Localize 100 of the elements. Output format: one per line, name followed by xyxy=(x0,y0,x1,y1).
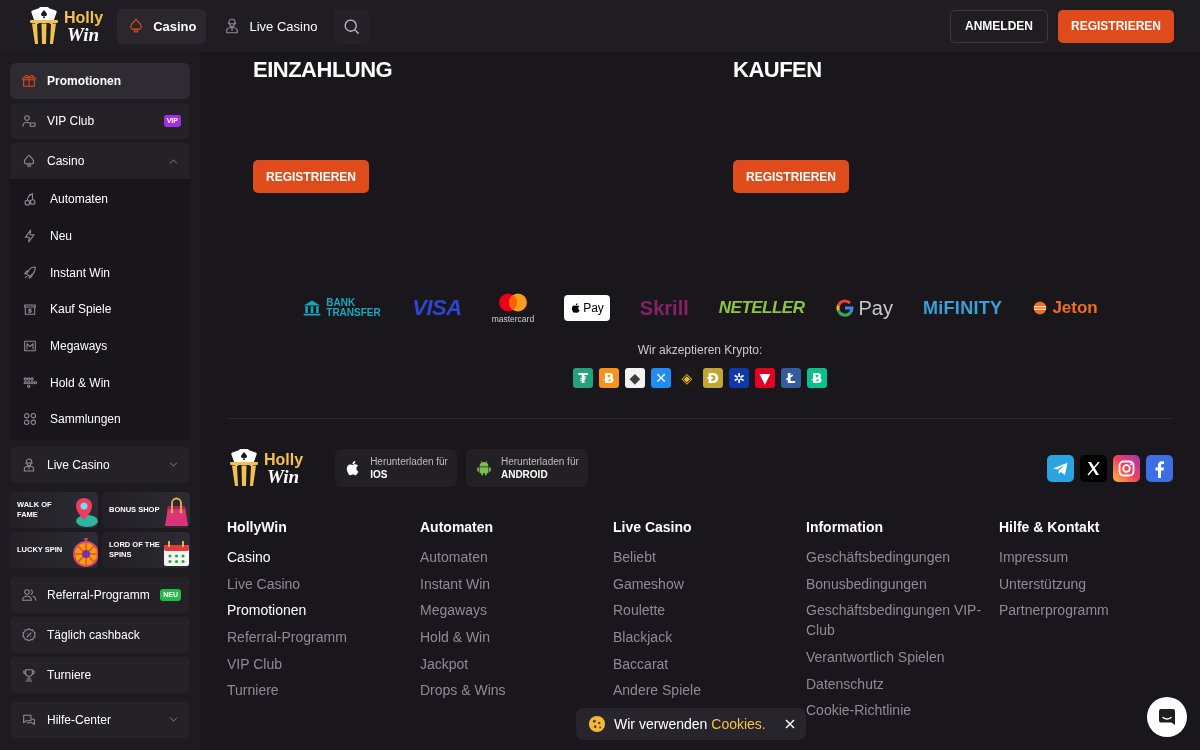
footer-link[interactable]: Turniere xyxy=(227,680,279,701)
footer-heading: Hilfe & Kontakt xyxy=(999,518,1100,537)
bank-building-icon xyxy=(302,298,323,318)
spade-icon xyxy=(21,153,37,169)
footer-link[interactable]: VIP Club xyxy=(227,653,282,674)
login-button[interactable]: ANMELDEN xyxy=(950,9,1048,43)
footer-link[interactable]: Hold & Win xyxy=(420,627,491,648)
people-icon xyxy=(21,586,37,603)
coin-symbol: ✲ xyxy=(733,371,745,385)
dollar-gift-icon xyxy=(22,301,38,318)
footer-link[interactable]: Andere Spiele xyxy=(613,680,701,701)
footer-link[interactable]: Instant Win xyxy=(420,573,491,594)
nav-tab[interactable]: Casino xyxy=(117,8,207,44)
footer-link[interactable]: Datenschutz xyxy=(806,673,884,694)
cookies-link[interactable]: Cookies. xyxy=(711,716,766,732)
register-button[interactable]: REGISTRIEREN xyxy=(253,160,369,193)
submenu-item[interactable]: Automaten xyxy=(10,181,190,218)
footer-link[interactable]: Impressum xyxy=(999,547,1069,567)
coin-symbol: ✕ xyxy=(655,371,667,385)
footer-link[interactable]: Partnerprogramm xyxy=(999,600,1109,621)
footer-link[interactable]: Referral-Programm xyxy=(227,627,347,648)
coin-symbol: ₮ xyxy=(578,371,588,385)
footer-link[interactable]: Promotionen xyxy=(227,600,307,621)
footer-link[interactable]: Bonusbedingungen xyxy=(806,573,927,594)
submenu-item[interactable]: Hold & Win xyxy=(10,364,190,402)
dealer-icon xyxy=(21,456,37,473)
submenu-item[interactable]: Sammlungen xyxy=(10,401,190,438)
coin-symbol: Ł xyxy=(786,371,796,385)
crypto-caption: Wir akzeptieren Krypto: xyxy=(637,342,763,358)
sidebar-item[interactable]: Casino xyxy=(10,143,190,179)
sidebar-item[interactable]: Live Casino xyxy=(10,446,190,483)
multicolor-g-icon xyxy=(834,298,855,318)
close-icon xyxy=(784,719,795,729)
submenu-item[interactable]: Neu xyxy=(10,217,190,255)
footer-link[interactable]: Verantwortlich Spielen xyxy=(806,647,945,668)
footer-link[interactable]: Roulette xyxy=(613,600,666,621)
payment-logo: VISA xyxy=(412,295,462,321)
footer-heading: Automaten xyxy=(420,518,494,537)
footer-link[interactable]: Automaten xyxy=(420,547,488,567)
cookie-notice-text: Wir verwenden Cookies. xyxy=(614,716,766,732)
promo-title: KAUFEN xyxy=(733,56,822,84)
coin-symbol: Ƀ xyxy=(811,371,823,385)
footer-link[interactable]: Beliebt xyxy=(613,547,656,567)
submenu-item[interactable]: Kauf Spiele xyxy=(10,291,190,328)
paper-plane-icon[interactable] xyxy=(1047,454,1074,482)
footer-link[interactable]: Megaways xyxy=(420,600,487,621)
camera-icon[interactable] xyxy=(1113,454,1140,482)
sidebar-item[interactable]: Hilfe-Center xyxy=(10,701,190,738)
footer-link[interactable]: Live Casino xyxy=(227,573,301,594)
coin-symbol: ▼ xyxy=(759,371,771,385)
trophy-icon xyxy=(21,666,37,683)
sidebar-item[interactable]: Promotionen xyxy=(10,63,190,99)
footer-link[interactable]: Baccarat xyxy=(613,653,669,674)
popcorn-cards-icon xyxy=(227,449,261,487)
submenu-item[interactable]: Megaways xyxy=(10,327,190,365)
footer-link[interactable]: Cookie-Richtlinie xyxy=(806,700,912,721)
striped-circle-icon xyxy=(1032,300,1049,316)
payment-logo: MiFINITY xyxy=(922,297,1003,319)
close-button[interactable] xyxy=(783,718,796,730)
footer-link[interactable]: Jackpot xyxy=(420,653,469,674)
register-button[interactable]: REGISTRIEREN xyxy=(733,160,849,193)
footer-link[interactable]: Gameshow xyxy=(613,573,684,594)
footer-link[interactable]: Casino xyxy=(227,547,271,567)
sidebar-item[interactable]: Täglich cashback xyxy=(10,616,190,653)
footer-heading: HollyWin xyxy=(227,518,287,537)
payment-logo-text: Pay xyxy=(583,301,604,315)
register-button[interactable]: REGISTRIEREN xyxy=(1058,9,1174,43)
app-download-button[interactable]: Herunterladen für IOS xyxy=(335,449,457,487)
four-circles-icon xyxy=(22,411,38,428)
android-robot-icon xyxy=(474,459,493,477)
letter-f-icon[interactable] xyxy=(1146,454,1173,482)
sidebar-item[interactable]: Turniere xyxy=(10,656,190,693)
app-download-button[interactable]: Herunterladen für ANDROID xyxy=(465,449,588,487)
submenu-item[interactable]: Instant Win xyxy=(10,254,190,292)
rocket-icon xyxy=(22,264,38,281)
footer-link[interactable]: Unterstützung xyxy=(999,573,1087,594)
dot-cluster-icon xyxy=(22,374,38,391)
gift-icon xyxy=(21,73,37,89)
logo-link[interactable]: Holly Win xyxy=(27,7,104,45)
payment-logo: Jeton xyxy=(1052,298,1098,318)
payment-logo: Pay xyxy=(858,296,893,320)
footer-link[interactable]: Geschäftsbedingungen xyxy=(806,547,950,567)
letter-x-icon[interactable] xyxy=(1080,454,1107,482)
footer-link[interactable]: Geschäftsbedingungen VIP-Club xyxy=(806,600,991,641)
footer-link[interactable]: Blackjack xyxy=(613,627,673,648)
search-button[interactable] xyxy=(334,8,370,44)
coin-symbol: ◆ xyxy=(629,371,641,385)
logo-link[interactable]: Holly Win xyxy=(227,449,304,487)
nav-tab[interactable]: Live Casino xyxy=(213,8,328,44)
percent-badge-icon xyxy=(21,626,37,643)
payment-logo-caption: mastercard xyxy=(491,314,535,324)
lightning-icon xyxy=(22,228,38,245)
promo-title: EINZAHLUNG xyxy=(253,56,393,84)
footer-link[interactable]: Drops & Wins xyxy=(420,680,506,701)
person-card-icon xyxy=(21,113,37,129)
payment-logo: BANK TRANSFER xyxy=(326,298,382,318)
chat-button[interactable] xyxy=(1147,697,1187,737)
payment-logo: NETELLER xyxy=(718,298,805,318)
footer-heading: Live Casino xyxy=(613,518,692,537)
cookie-icon xyxy=(588,715,606,733)
